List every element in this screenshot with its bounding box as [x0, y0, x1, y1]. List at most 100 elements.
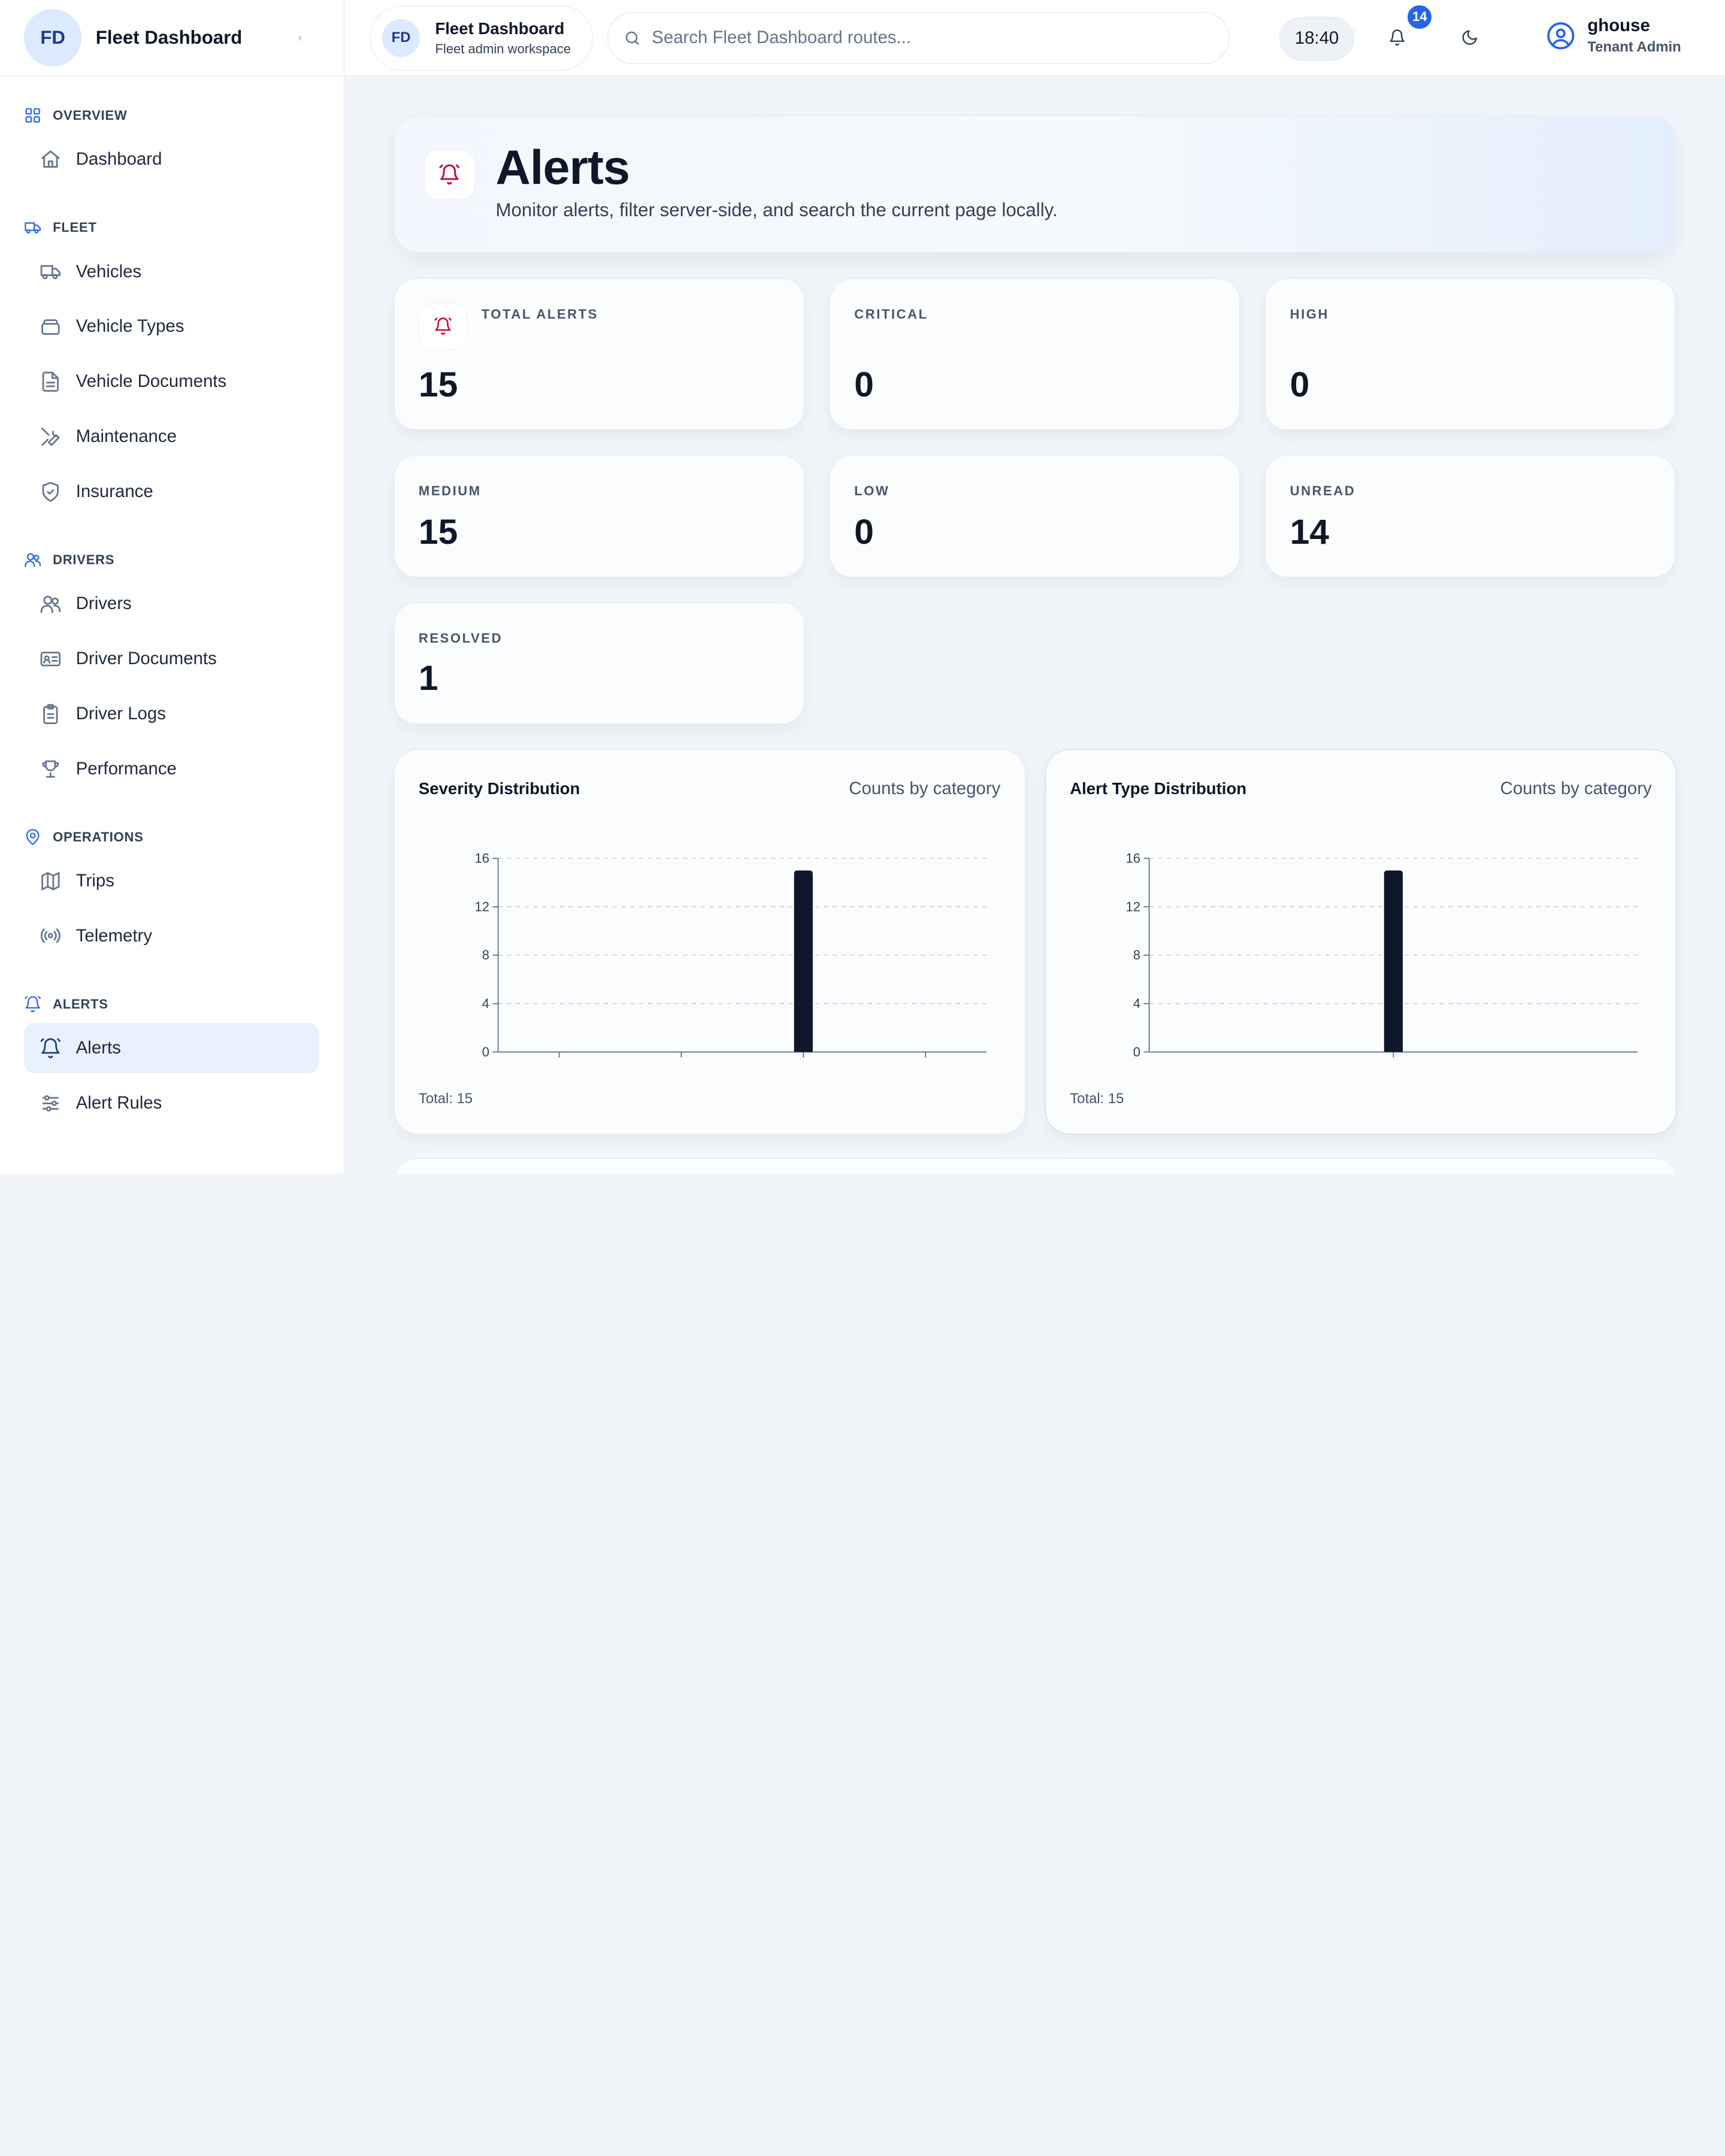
sidebar-item-maintenance[interactable]: Maintenance: [24, 411, 319, 462]
stat-label: LOW: [854, 483, 890, 499]
alert-type-distribution-chart: 0 4 8 12 16: [1125, 851, 1638, 1059]
sidebar-item-label: Alert Rules: [75, 1092, 162, 1113]
sidebar-item-label: Driver Documents: [75, 649, 217, 669]
y-tick-label: 16: [474, 851, 489, 866]
clock: 18:40: [1279, 16, 1354, 60]
sidebar-item-label: Maintenance: [75, 426, 177, 447]
grid-icon: [24, 107, 41, 124]
truck-icon: [24, 219, 41, 236]
stat-label: HIGH: [1290, 306, 1329, 322]
sidebar-header: FD Fleet Dashboard ‹: [0, 0, 344, 76]
stat-value: 15: [418, 365, 458, 404]
home-icon: [40, 149, 62, 171]
sidebar-item-alert-rules[interactable]: Alert Rules: [24, 1078, 319, 1128]
sidebar-item-driver-logs[interactable]: Driver Logs: [24, 689, 319, 739]
stat-card-unread: UNREAD 14: [1265, 455, 1676, 578]
map-pin-icon: [24, 828, 41, 846]
severity-distribution-chart: 0481216CriticalHighMediumLow: [474, 851, 986, 1059]
topbar: FD Fleet Dashboard Fleet admin workspace…: [344, 0, 1725, 76]
brand-logo: FD: [24, 9, 81, 66]
search-input[interactable]: [652, 28, 1202, 49]
stat-value: 1: [418, 659, 438, 698]
search-box: [607, 12, 1230, 64]
sidebar-item-label: Vehicles: [75, 261, 142, 281]
wrench-icon: [40, 426, 62, 448]
notifications-bell-icon[interactable]: [1388, 29, 1406, 46]
stat-label: MEDIUM: [418, 483, 482, 499]
trophy-icon: [40, 758, 62, 780]
nav-section-label: ALERTS: [53, 996, 108, 1012]
y-tick-label: 16: [1125, 851, 1140, 866]
sidebar-item-label: Trips: [75, 871, 114, 891]
chart-total: Total: 15: [1070, 1091, 1124, 1107]
workspace-subtitle: Fleet admin workspace: [435, 41, 571, 57]
user-menu[interactable]: ghouse Tenant Admin: [1546, 16, 1681, 56]
y-tick-label: 12: [1125, 900, 1140, 915]
alert-bell-icon: [424, 149, 475, 200]
sidebar-item-label: Alerts: [75, 1038, 121, 1058]
nav-section-operations: OPERATIONS: [0, 827, 344, 847]
nav-section-overview: OVERVIEW: [0, 105, 344, 125]
sidebar-item-dashboard[interactable]: Dashboard: [24, 134, 319, 184]
nav-section-label: OPERATIONS: [53, 829, 144, 844]
chart-total: Total: 15: [418, 1091, 473, 1107]
shield-icon: [40, 481, 62, 503]
page-title: Alerts: [495, 141, 630, 195]
collapse-sidebar-button[interactable]: ‹: [298, 31, 302, 44]
stat-card-low: LOW 0: [829, 455, 1240, 578]
stat-value: 0: [854, 365, 874, 404]
sidebar-item-insurance[interactable]: Insurance: [24, 467, 319, 517]
sidebar-item-vehicle-documents[interactable]: Vehicle Documents: [24, 356, 319, 407]
nav-section-label: FLEET: [53, 220, 97, 235]
stat-card-critical: CRITICAL 0: [829, 278, 1240, 431]
sidebar-item-driver-documents[interactable]: Driver Documents: [24, 634, 319, 684]
map-icon: [40, 870, 62, 892]
main-content: Alerts Monitor alerts, filter server-sid…: [344, 76, 1725, 1174]
users-icon: [24, 551, 41, 568]
sidebar-item-label: Vehicle Documents: [75, 371, 227, 392]
stat-card-resolved: RESOLVED 1: [394, 602, 804, 724]
nav-section-fleet: FLEET: [0, 218, 344, 238]
nav-section-label: OVERVIEW: [53, 107, 128, 123]
sidebar-item-vehicle-types[interactable]: Vehicle Types: [24, 301, 319, 352]
chart-subtitle: Counts by category: [849, 778, 1001, 798]
sidebar-item-telemetry[interactable]: Telemetry: [24, 911, 319, 961]
dark-mode-moon-icon[interactable]: [1461, 29, 1478, 46]
user-role: Tenant Admin: [1587, 39, 1681, 56]
clipboard-icon: [40, 703, 62, 725]
chart-subtitle: Counts by category: [1500, 778, 1652, 798]
nav-section-drivers: DRIVERS: [0, 550, 344, 570]
stat-label: RESOLVED: [418, 631, 503, 646]
y-tick-label: 12: [474, 900, 489, 915]
workspace-switcher[interactable]: FD Fleet Dashboard Fleet admin workspace: [370, 5, 593, 71]
sidebar-item-label: Dashboard: [75, 149, 162, 169]
sidebar-item-vehicles[interactable]: Vehicles: [24, 246, 319, 296]
sidebar-item-drivers[interactable]: Drivers: [24, 579, 319, 629]
stat-card-total-alerts: TOTAL ALERTS 15: [394, 278, 804, 431]
page-description: Monitor alerts, filter server-side, and …: [495, 199, 1058, 221]
stat-label: TOTAL ALERTS: [481, 306, 598, 322]
sidebar-item-label: Performance: [75, 758, 177, 779]
sidebar-item-trips[interactable]: Trips: [24, 856, 319, 906]
search-icon: [624, 29, 641, 47]
layers-icon: [40, 316, 62, 338]
sidebar-item-performance[interactable]: Performance: [24, 743, 319, 794]
y-tick-label: 4: [482, 996, 489, 1011]
stat-value: 0: [854, 513, 874, 552]
sidebar-item-alerts[interactable]: Alerts: [24, 1022, 320, 1074]
stat-value: 15: [418, 513, 458, 552]
radio-icon: [40, 925, 62, 947]
nav-section-label: DRIVERS: [53, 552, 115, 567]
alert-bell-icon: [418, 303, 467, 350]
next-section-card: [394, 1158, 1677, 1174]
stat-value: 0: [1290, 365, 1310, 404]
sliders-icon: [40, 1092, 62, 1115]
chart-title: Severity Distribution: [418, 779, 580, 798]
stat-label: CRITICAL: [854, 306, 928, 322]
stat-value: 14: [1290, 513, 1329, 552]
y-tick-label: 0: [482, 1044, 489, 1059]
sidebar-nav: OVERVIEW Dashboard FLEET Vehicles Vehicle Ty…: [0, 105, 344, 1128]
y-tick-label: 8: [482, 948, 489, 963]
y-tick-label: 8: [1133, 948, 1140, 963]
sidebar: FD Fleet Dashboard ‹ OVERVIEW Dashboard FL…: [0, 0, 344, 1174]
